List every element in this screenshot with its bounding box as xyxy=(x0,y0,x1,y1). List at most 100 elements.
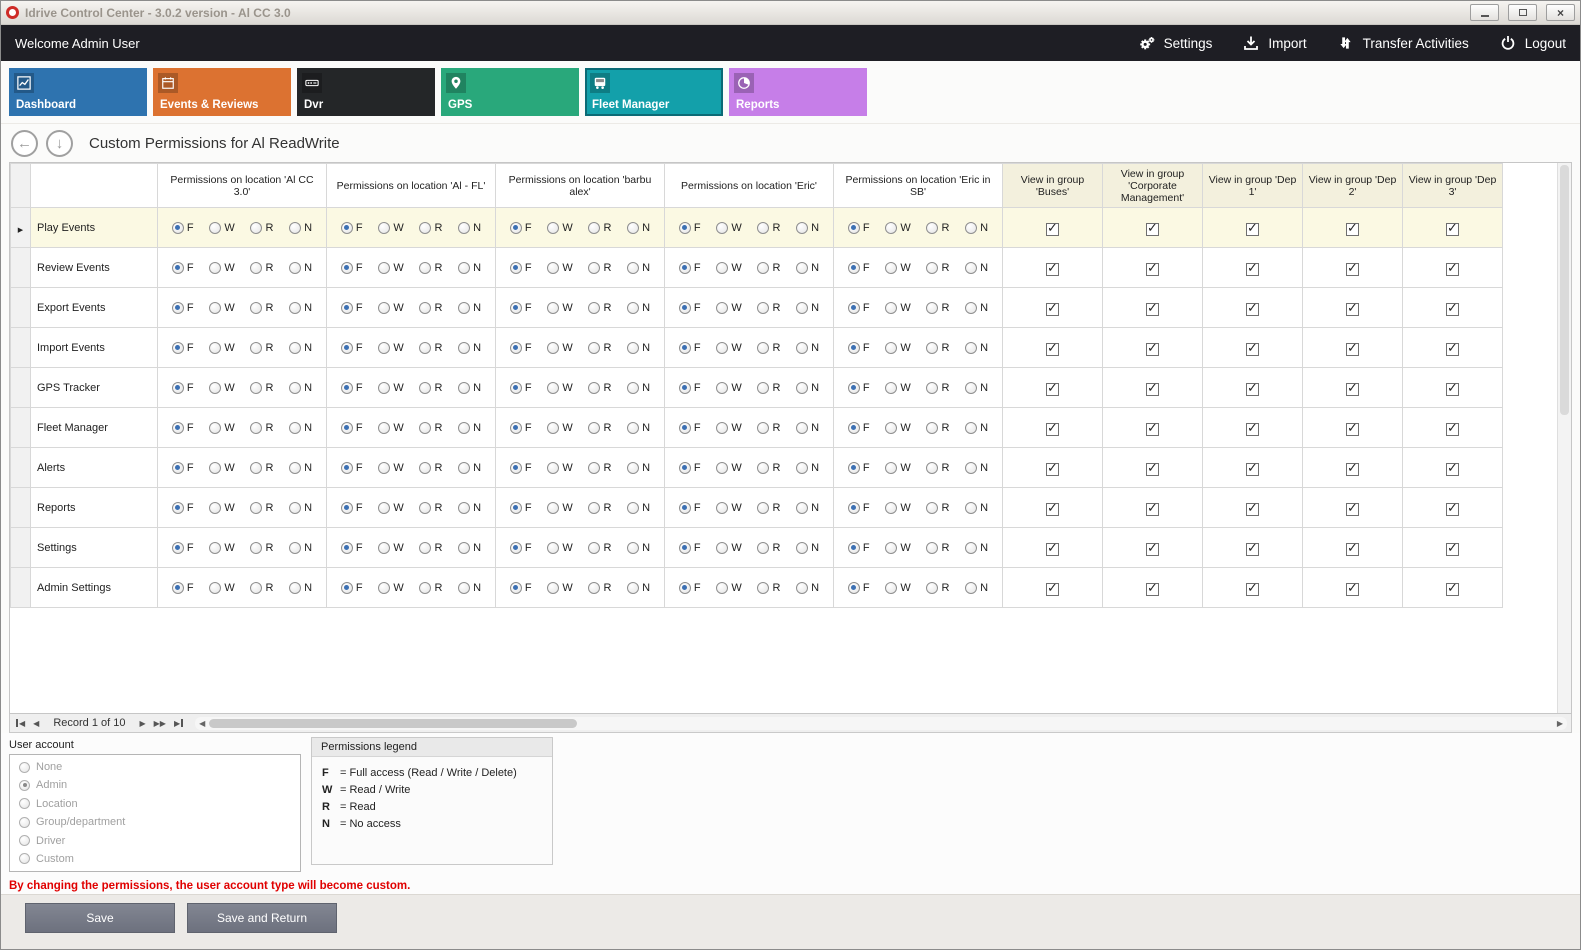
permission-radio-F[interactable]: F xyxy=(172,462,194,474)
permission-radio-N[interactable]: N xyxy=(796,222,819,234)
permission-radio-F[interactable]: F xyxy=(172,222,194,234)
permission-radio-N[interactable]: N xyxy=(965,422,988,434)
group-column-header[interactable]: View in group 'Dep 2' xyxy=(1303,164,1403,208)
permission-radio-W[interactable]: W xyxy=(716,462,741,474)
permission-radio-F[interactable]: F xyxy=(510,462,532,474)
permission-radio-N[interactable]: N xyxy=(458,502,481,514)
permission-radio-F[interactable]: F xyxy=(679,262,701,274)
permission-radio-N[interactable]: N xyxy=(289,262,312,274)
next-record-button[interactable]: ▶ xyxy=(137,719,147,728)
scroll-left-arrow-icon[interactable]: ◀ xyxy=(195,719,209,728)
permission-radio-R[interactable]: R xyxy=(757,342,780,354)
permission-radio-N[interactable]: N xyxy=(289,302,312,314)
group-view-checkbox[interactable] xyxy=(1346,223,1359,236)
permission-radio-F[interactable]: F xyxy=(679,302,701,314)
permission-radio-R[interactable]: R xyxy=(926,582,949,594)
back-button[interactable]: ← xyxy=(11,130,38,157)
permission-radio-F[interactable]: F xyxy=(510,502,532,514)
first-record-button[interactable]: ◀ xyxy=(14,719,27,728)
permission-radio-N[interactable]: N xyxy=(458,222,481,234)
permission-radio-R[interactable]: R xyxy=(250,582,273,594)
logout-button[interactable]: Logout xyxy=(1499,34,1566,52)
close-button[interactable]: × xyxy=(1546,4,1575,21)
permission-radio-N[interactable]: N xyxy=(289,382,312,394)
permission-radio-W[interactable]: W xyxy=(716,262,741,274)
permission-radio-R[interactable]: R xyxy=(757,502,780,514)
permission-radio-N[interactable]: N xyxy=(627,582,650,594)
permission-radio-W[interactable]: W xyxy=(378,262,403,274)
group-view-checkbox[interactable] xyxy=(1146,383,1159,396)
permission-radio-N[interactable]: N xyxy=(458,462,481,474)
permission-radio-F[interactable]: F xyxy=(679,462,701,474)
permission-radio-F[interactable]: F xyxy=(341,302,363,314)
permission-radio-N[interactable]: N xyxy=(289,422,312,434)
permission-radio-N[interactable]: N xyxy=(458,422,481,434)
permission-column-header[interactable]: Permissions on location 'Al - FL' xyxy=(327,164,496,208)
permission-radio-N[interactable]: N xyxy=(289,582,312,594)
permission-radio-W[interactable]: W xyxy=(885,302,910,314)
permission-radio-R[interactable]: R xyxy=(419,222,442,234)
permission-radio-N[interactable]: N xyxy=(796,342,819,354)
group-view-checkbox[interactable] xyxy=(1246,303,1259,316)
permission-radio-F[interactable]: F xyxy=(341,462,363,474)
permission-radio-F[interactable]: F xyxy=(341,422,363,434)
permission-radio-F[interactable]: F xyxy=(679,502,701,514)
permission-radio-R[interactable]: R xyxy=(757,262,780,274)
permission-radio-N[interactable]: N xyxy=(965,502,988,514)
permission-radio-R[interactable]: R xyxy=(419,502,442,514)
permission-radio-W[interactable]: W xyxy=(378,422,403,434)
row-label[interactable]: Admin Settings xyxy=(31,568,158,608)
group-view-checkbox[interactable] xyxy=(1046,223,1059,236)
last-record-button[interactable]: ▶ xyxy=(172,719,185,728)
permission-radio-R[interactable]: R xyxy=(588,382,611,394)
permission-radio-F[interactable]: F xyxy=(510,222,532,234)
permission-radio-W[interactable]: W xyxy=(378,502,403,514)
permission-radio-R[interactable]: R xyxy=(757,222,780,234)
permission-radio-F[interactable]: F xyxy=(848,262,870,274)
group-view-checkbox[interactable] xyxy=(1146,543,1159,556)
group-view-checkbox[interactable] xyxy=(1346,423,1359,436)
group-view-checkbox[interactable] xyxy=(1446,423,1459,436)
permission-radio-W[interactable]: W xyxy=(547,222,572,234)
group-view-checkbox[interactable] xyxy=(1046,343,1059,356)
permission-radio-R[interactable]: R xyxy=(757,382,780,394)
prev-record-button[interactable]: ◀ xyxy=(31,719,41,728)
permission-radio-F[interactable]: F xyxy=(510,422,532,434)
group-view-checkbox[interactable] xyxy=(1246,463,1259,476)
group-view-checkbox[interactable] xyxy=(1246,503,1259,516)
group-column-header[interactable]: View in group 'Dep 1' xyxy=(1203,164,1303,208)
permission-radio-R[interactable]: R xyxy=(419,462,442,474)
permission-radio-F[interactable]: F xyxy=(172,422,194,434)
group-view-checkbox[interactable] xyxy=(1046,383,1059,396)
permission-radio-R[interactable]: R xyxy=(757,582,780,594)
group-view-checkbox[interactable] xyxy=(1246,343,1259,356)
group-view-checkbox[interactable] xyxy=(1446,543,1459,556)
transfer-activities-button[interactable]: Transfer Activities xyxy=(1337,34,1469,52)
permission-radio-N[interactable]: N xyxy=(458,542,481,554)
permission-radio-F[interactable]: F xyxy=(172,262,194,274)
permission-radio-N[interactable]: N xyxy=(796,502,819,514)
permission-radio-R[interactable]: R xyxy=(250,462,273,474)
permission-radio-R[interactable]: R xyxy=(419,382,442,394)
permission-radio-R[interactable]: R xyxy=(250,382,273,394)
vertical-scrollbar-thumb[interactable] xyxy=(1560,165,1569,415)
permission-radio-R[interactable]: R xyxy=(419,582,442,594)
permission-radio-N[interactable]: N xyxy=(796,422,819,434)
permission-radio-F[interactable]: F xyxy=(341,542,363,554)
group-view-checkbox[interactable] xyxy=(1246,263,1259,276)
permission-radio-W[interactable]: W xyxy=(547,262,572,274)
permission-radio-N[interactable]: N xyxy=(289,342,312,354)
permission-radio-N[interactable]: N xyxy=(965,302,988,314)
permission-radio-W[interactable]: W xyxy=(885,262,910,274)
permission-radio-W[interactable]: W xyxy=(547,502,572,514)
permission-radio-R[interactable]: R xyxy=(250,342,273,354)
permission-radio-W[interactable]: W xyxy=(547,422,572,434)
permission-radio-F[interactable]: F xyxy=(848,382,870,394)
permission-radio-W[interactable]: W xyxy=(209,262,234,274)
permission-radio-W[interactable]: W xyxy=(547,302,572,314)
permission-radio-F[interactable]: F xyxy=(510,382,532,394)
permission-radio-W[interactable]: W xyxy=(378,382,403,394)
permission-radio-W[interactable]: W xyxy=(547,382,572,394)
import-button[interactable]: Import xyxy=(1242,34,1306,52)
permission-radio-R[interactable]: R xyxy=(757,462,780,474)
